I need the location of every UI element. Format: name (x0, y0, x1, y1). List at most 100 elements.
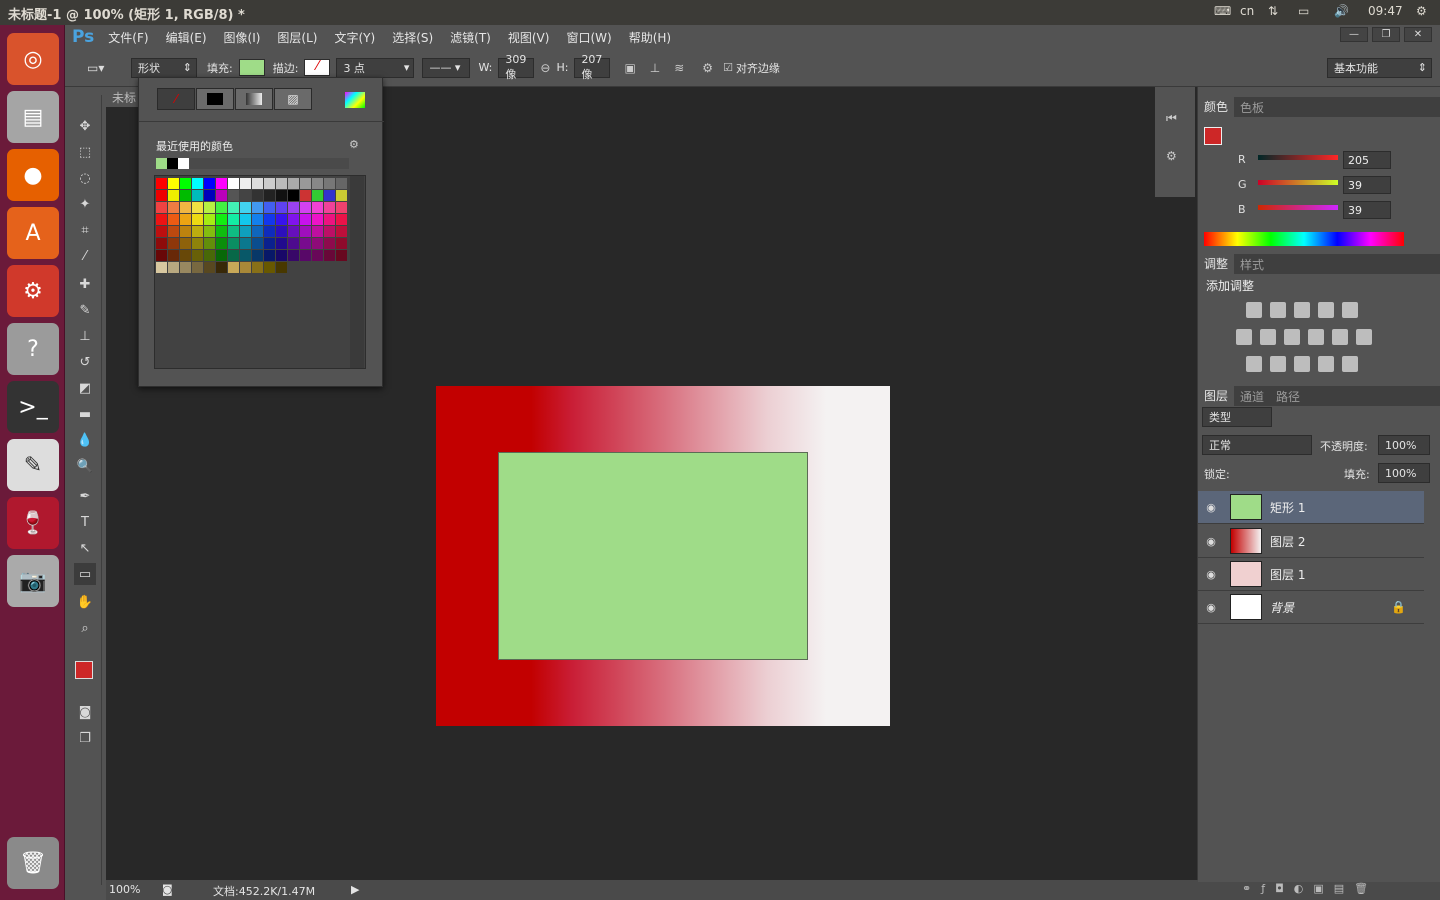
color-swatch[interactable] (324, 250, 335, 261)
color-swatch[interactable] (156, 190, 167, 201)
color-swatch[interactable] (276, 202, 287, 213)
layer-buttons-icon[interactable]: ⚭ƒ◘◐▣▤🗑 (1242, 882, 1378, 895)
menu-help[interactable]: 帮助(H) (629, 29, 671, 46)
type-tool-icon[interactable]: T (74, 511, 96, 533)
color-swatch[interactable] (180, 202, 191, 213)
color-swatch[interactable] (180, 262, 191, 273)
color-swatch[interactable] (312, 226, 323, 237)
color-swatch[interactable] (312, 178, 323, 189)
color-balance-icon[interactable] (1260, 329, 1276, 345)
color-swatch[interactable] (156, 262, 167, 273)
minimize-button[interactable]: — (1340, 27, 1368, 42)
hand-tool-icon[interactable]: ✋ (74, 591, 96, 613)
rectangle-tool-preset-icon[interactable]: ▭▾ (87, 61, 117, 75)
threshold-icon[interactable] (1294, 356, 1310, 372)
solid-color-button[interactable] (196, 88, 234, 110)
color-swatch[interactable] (216, 202, 227, 213)
b-slider[interactable] (1258, 205, 1338, 210)
panel-foreground-swatch[interactable] (1204, 127, 1222, 145)
fill-opacity-input[interactable]: 100% (1378, 463, 1430, 483)
color-swatch[interactable] (156, 178, 167, 189)
color-swatch[interactable] (192, 178, 203, 189)
no-color-button[interactable]: ⁄ (157, 88, 195, 110)
color-swatch[interactable] (156, 226, 167, 237)
color-swatch[interactable] (216, 178, 227, 189)
layer-kind-filter[interactable]: 类型 (1202, 407, 1272, 427)
color-swatch[interactable] (240, 250, 251, 261)
color-swatch[interactable] (216, 238, 227, 249)
eye-icon[interactable]: ◉ (1198, 535, 1224, 548)
height-input[interactable]: 207 像 (574, 53, 611, 81)
trash-icon[interactable]: 🗑 (7, 837, 59, 889)
color-swatch[interactable] (264, 250, 275, 261)
channel-mixer-icon[interactable] (1332, 329, 1348, 345)
stroke-type-select[interactable]: —— ▾ (422, 57, 471, 78)
color-swatch[interactable] (180, 250, 191, 261)
color-swatch[interactable] (312, 214, 323, 225)
gradient-button[interactable] (235, 88, 273, 110)
color-swatch[interactable] (204, 202, 215, 213)
color-swatch[interactable] (276, 190, 287, 201)
color-swatch[interactable] (312, 190, 323, 201)
color-swatch[interactable] (300, 226, 311, 237)
hue-saturation-icon[interactable] (1236, 329, 1252, 345)
color-swatch[interactable] (240, 190, 251, 201)
color-swatch[interactable] (324, 202, 335, 213)
color-swatch[interactable] (168, 226, 179, 237)
color-swatch[interactable] (336, 250, 347, 261)
color-swatch[interactable] (228, 214, 239, 225)
blur-tool-icon[interactable]: 💧 (74, 429, 96, 451)
color-swatch[interactable] (228, 202, 239, 213)
blend-mode-select[interactable]: 正常 (1202, 435, 1312, 455)
color-swatch[interactable] (300, 238, 311, 249)
photo-filter-icon[interactable] (1308, 329, 1324, 345)
menu-layer[interactable]: 图层(L) (277, 29, 317, 46)
screen-mode-icon[interactable]: ❐ (74, 727, 96, 749)
stroke-size-select[interactable]: 3 点 ▾ (336, 57, 415, 78)
color-swatch[interactable] (276, 238, 287, 249)
color-swatch[interactable] (264, 226, 275, 237)
layer-row[interactable]: ◉ 图层 1 (1198, 558, 1424, 591)
posterize-icon[interactable] (1270, 356, 1286, 372)
r-input[interactable]: 205 (1343, 151, 1391, 169)
zoom-tool-icon[interactable]: ⌕ (74, 617, 96, 639)
tab-paths[interactable]: 路径 (1270, 388, 1306, 405)
layer-row[interactable]: ◉ 背景 🔒 (1198, 591, 1424, 624)
opacity-input[interactable]: 100% (1378, 435, 1430, 455)
curves-icon[interactable] (1294, 302, 1310, 318)
color-swatch[interactable] (324, 178, 335, 189)
color-swatch[interactable] (168, 178, 179, 189)
tab-layers[interactable]: 图层 (1198, 386, 1235, 406)
color-swatch[interactable] (252, 214, 263, 225)
color-swatch[interactable] (204, 238, 215, 249)
ubuntu-home-icon[interactable]: ◎ (7, 33, 59, 85)
color-swatch[interactable] (276, 250, 287, 261)
close-button[interactable]: ✕ (1404, 27, 1432, 42)
color-swatch[interactable] (288, 250, 299, 261)
color-swatch[interactable] (240, 178, 251, 189)
input-language[interactable]: cn (1240, 4, 1254, 18)
color-swatch[interactable] (324, 214, 335, 225)
pen-tool-icon[interactable]: ✒ (74, 485, 96, 507)
color-swatch[interactable] (168, 262, 179, 273)
tab-swatches[interactable]: 色板 (1234, 99, 1270, 116)
color-swatch[interactable] (252, 238, 263, 249)
color-swatch[interactable] (336, 238, 347, 249)
pattern-button[interactable]: ▨ (274, 88, 312, 110)
color-swatch[interactable] (264, 238, 275, 249)
color-swatch[interactable] (156, 238, 167, 249)
eye-icon[interactable]: ◉ (1198, 501, 1224, 514)
color-swatch[interactable] (168, 214, 179, 225)
color-swatch[interactable] (324, 190, 335, 201)
color-swatch[interactable] (192, 202, 203, 213)
files-icon[interactable]: ▤ (7, 91, 59, 143)
color-swatch[interactable] (204, 262, 215, 273)
path-operations-icon[interactable]: ▣ (624, 61, 635, 75)
r-slider[interactable] (1258, 155, 1338, 160)
layer-row[interactable]: ◉ 图层 2 (1198, 525, 1424, 558)
tab-styles[interactable]: 样式 (1234, 256, 1270, 273)
color-swatch[interactable] (240, 226, 251, 237)
color-swatch[interactable] (288, 190, 299, 201)
gradient-tool-icon[interactable]: ▬ (74, 403, 96, 425)
color-swatch[interactable] (204, 250, 215, 261)
